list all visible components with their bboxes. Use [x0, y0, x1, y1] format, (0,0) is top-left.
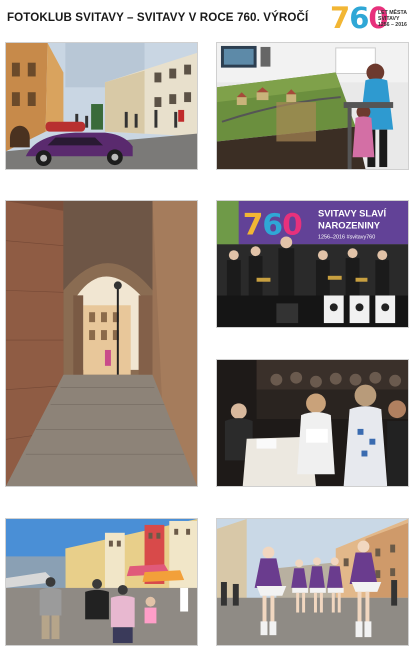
- photo-town-square-vintage-car[interactable]: [5, 42, 198, 170]
- logo-caption: LET MĚSTA SVITAVY 1256 – 2016: [378, 10, 414, 29]
- page-title: FOTOKLUB SVITAVY – SVITAVY V ROCE 760. V…: [7, 11, 309, 24]
- photo-majorettes-parade[interactable]: [216, 518, 409, 646]
- logo-line-3: 1256 – 2016: [378, 22, 407, 29]
- banner-digit-6: 6: [262, 208, 282, 242]
- photo-birthday-concert-band[interactable]: 760 SVITAVY SLAVÍ NAROZENINY 1256–2016 #…: [216, 200, 409, 328]
- anniversary-logo: 760 LET MĚSTA SVITAVY 1256 – 2016: [330, 1, 414, 37]
- majorettes-image: [217, 519, 408, 645]
- concert-image: 760 SVITAVY SLAVÍ NAROZENINY 1256–2016 #…: [217, 201, 408, 327]
- photo-stone-archway-street[interactable]: [5, 200, 198, 487]
- banner-digit-0: 0: [282, 208, 302, 242]
- banner-line-3: 1256–2016 #svitavy760: [318, 234, 375, 240]
- photo-market-square-crowd[interactable]: [5, 518, 198, 646]
- audience-image: [217, 360, 408, 486]
- photo-audience-table-event[interactable]: [216, 359, 409, 487]
- banner-line-1: SVITAVY SLAVÍ: [318, 208, 387, 219]
- svg-text:760: 760: [243, 208, 302, 242]
- photo-model-railway-exhibition[interactable]: [216, 42, 409, 170]
- banner-line-2: NAROZENINY: [318, 221, 381, 231]
- model-railway-image: [217, 43, 408, 169]
- header: FOTOKLUB SVITAVY – SVITAVY V ROCE 760. V…: [0, 0, 416, 40]
- logo-digit-7: 7: [330, 1, 350, 35]
- archway-image: [6, 201, 197, 486]
- banner-digit-7: 7: [243, 208, 263, 242]
- market-image: [6, 519, 197, 645]
- town-square-image: [6, 43, 197, 169]
- logo-digit-6: 6: [349, 1, 369, 35]
